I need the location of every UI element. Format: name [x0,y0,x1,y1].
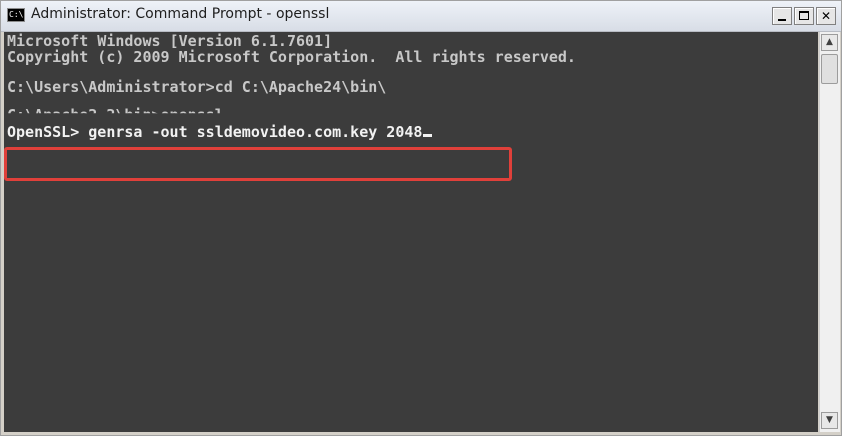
console-line-openssl-launch: C:\Apache2.2\bin>openssl [7,106,224,124]
console-line-copyright: Copyright (c) 2009 Microsoft Corporation… [7,48,576,66]
minimize-button[interactable] [772,7,792,25]
vertical-scrollbar[interactable]: ▲ ▼ [819,32,840,432]
maximize-icon [799,11,809,20]
window-title: Administrator: Command Prompt - openssl [31,6,330,22]
minimize-icon [778,19,786,21]
command-prompt-icon[interactable]: C:\. [7,8,25,22]
scroll-down-button[interactable]: ▼ [821,412,838,429]
close-icon: ✕ [820,9,832,23]
console-line-cd-command: C:\Users\Administrator>cd C:\Apache24\bi… [7,78,387,96]
command-prompt-window: C:\. Administrator: Command Prompt - ope… [0,0,842,436]
command-highlight-box [4,147,512,181]
close-button[interactable]: ✕ [816,7,836,25]
scroll-thumb[interactable] [821,54,838,84]
command-text: OpenSSL> genrsa -out ssldemovideo.com.ke… [7,123,423,141]
title-bar[interactable]: C:\. Administrator: Command Prompt - ope… [1,1,841,32]
text-cursor [423,134,433,137]
console-output[interactable]: Microsoft Windows [Version 6.1.7601] Cop… [4,32,818,432]
console-line-genrsa-command: OpenSSL> genrsa -out ssldemovideo.com.ke… [7,123,433,141]
arrow-down-icon: ▼ [826,415,833,425]
scroll-up-button[interactable]: ▲ [821,34,838,51]
maximize-button[interactable] [794,7,814,25]
arrow-up-icon: ▲ [826,37,833,47]
